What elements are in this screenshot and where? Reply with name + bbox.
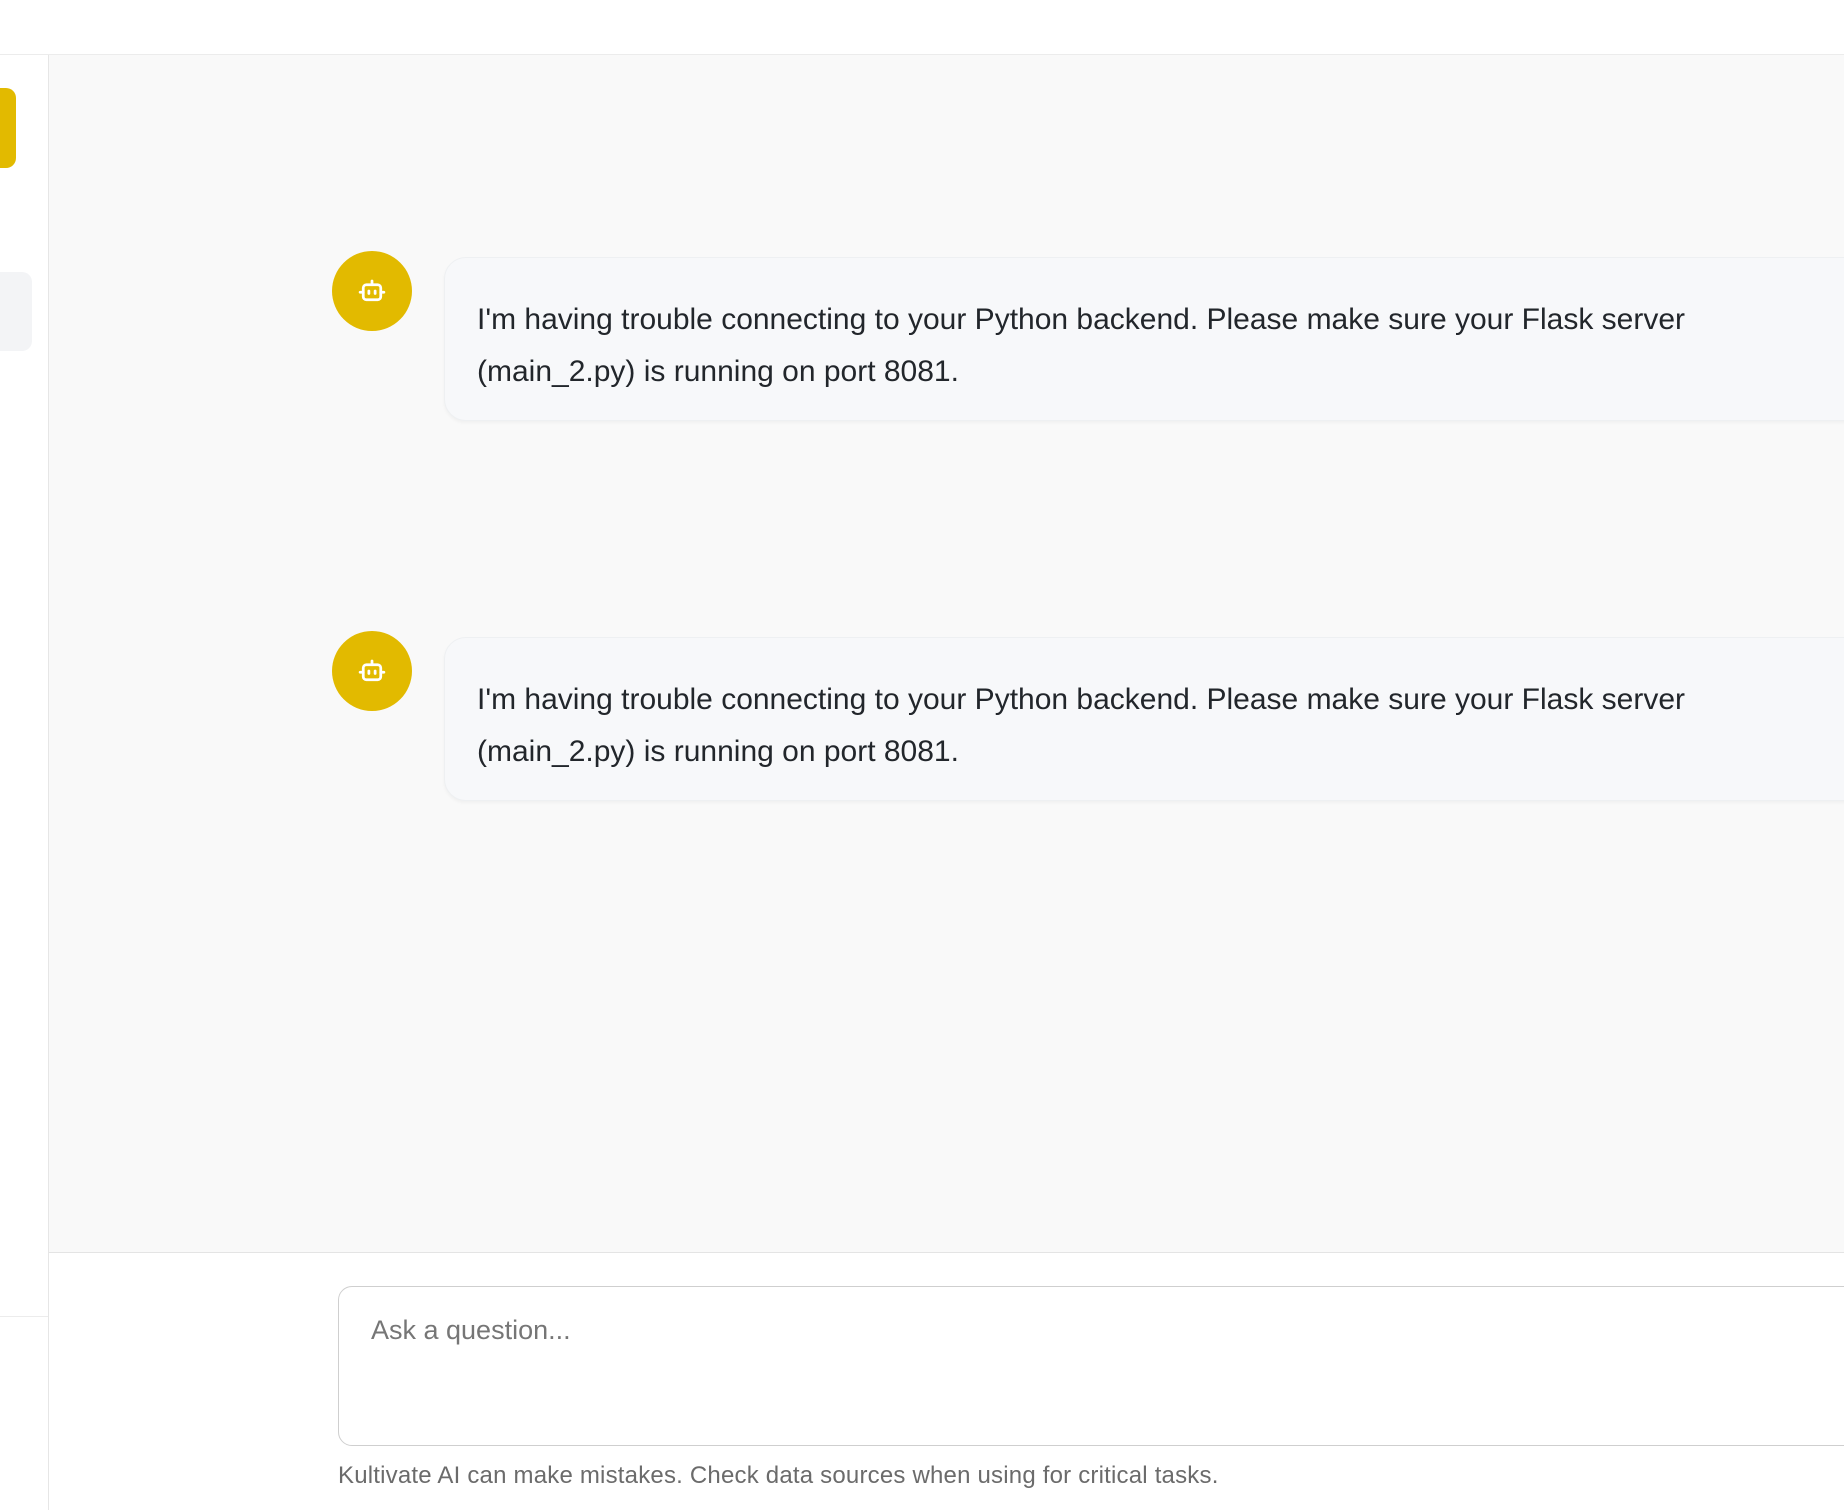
message-text: I'm having trouble connecting to your Py… (477, 303, 1686, 388)
message-bubble: I'm having trouble connecting to your Py… (444, 637, 1844, 801)
top-bar (0, 0, 1844, 55)
assistant-avatar (332, 631, 412, 711)
sidebar (0, 55, 49, 1510)
question-input-box[interactable] (338, 1286, 1844, 1446)
chat-messages-area[interactable]: I'm having trouble connecting to your Py… (49, 55, 1844, 1253)
composer-area: Kultivate AI can make mistakes. Check da… (49, 1254, 1844, 1510)
assistant-avatar (332, 251, 412, 331)
message-text: I'm having trouble connecting to your Py… (477, 683, 1686, 768)
sidebar-item-selected[interactable] (0, 272, 32, 351)
message-bubble: I'm having trouble connecting to your Py… (444, 257, 1844, 421)
app-window: I'm having trouble connecting to your Py… (0, 0, 1844, 1510)
robot-icon (358, 279, 386, 302)
disclaimer-text: Kultivate AI can make mistakes. Check da… (338, 1462, 1219, 1489)
robot-icon (358, 659, 386, 682)
sidebar-new-chat-button[interactable] (0, 88, 16, 168)
question-input[interactable] (339, 1287, 1844, 1445)
sidebar-divider (0, 1316, 48, 1317)
